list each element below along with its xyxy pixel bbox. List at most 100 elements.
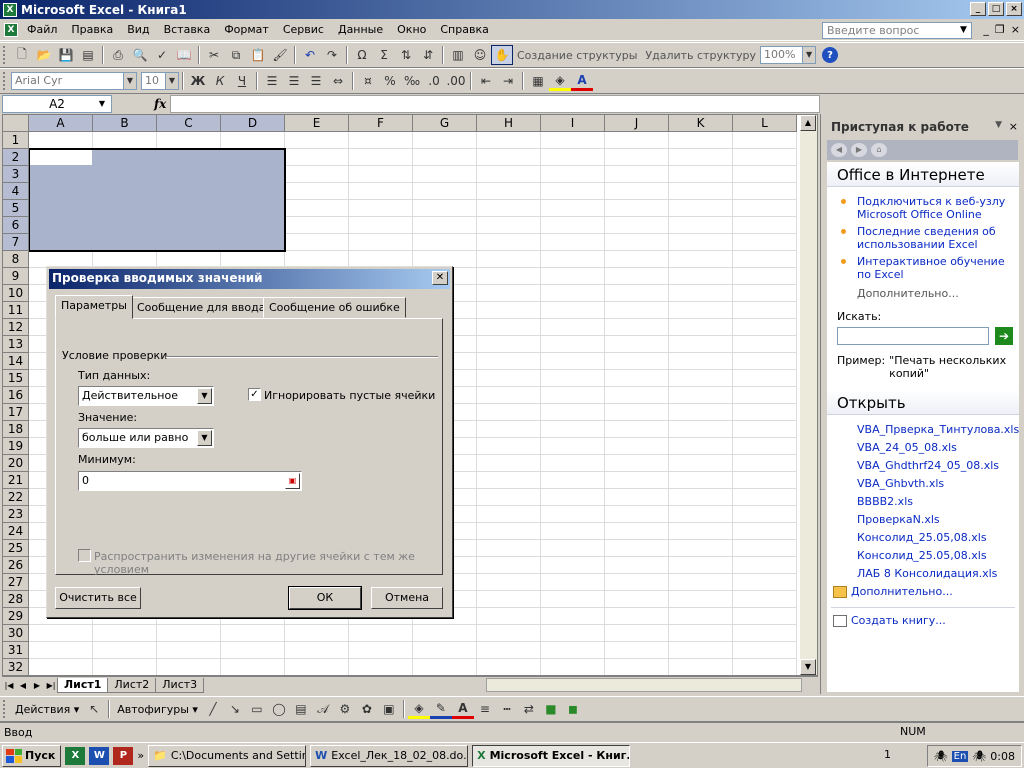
toolbar-grip[interactable] [3, 72, 7, 90]
formula-input[interactable] [170, 95, 820, 113]
research-icon[interactable]: 📖 [173, 45, 195, 65]
sort-asc-icon[interactable]: ⇅ [395, 45, 417, 65]
ok-button[interactable]: ОК [288, 586, 362, 610]
task-pane-dropdown-icon[interactable]: ▼ [995, 120, 1002, 130]
cancel-button[interactable]: Отмена [371, 587, 443, 609]
diagram-icon[interactable]: ⚙ [334, 699, 356, 719]
preview-icon[interactable]: 🔍 [129, 45, 151, 65]
percent-button[interactable]: % [379, 71, 401, 91]
minimize-button[interactable]: _ [970, 2, 986, 16]
last-sheet-icon[interactable]: ▶| [44, 681, 58, 690]
align-left-icon[interactable]: ☰ [261, 71, 283, 91]
help-icon[interactable]: ? [822, 47, 839, 63]
recent-file-link[interactable]: VBA_Прверка_Тинтулова.xls [827, 421, 1019, 439]
recent-file-link[interactable]: Консолид_25.05,08.xls [827, 547, 1019, 565]
cut-icon[interactable]: ✂ [203, 45, 225, 65]
menu-data[interactable]: Данные [331, 20, 390, 40]
tray-app-icon[interactable]: 🕷 [972, 750, 986, 763]
row-header[interactable]: 27 [3, 574, 29, 591]
copy-icon[interactable]: ⧉ [225, 45, 247, 65]
recent-file-link[interactable]: ВВВВ2.xls [827, 493, 1019, 511]
taskbar-excel-button[interactable]: X Microsoft Excel - Книг... [472, 744, 631, 767]
textbox-icon[interactable]: ▤ [290, 699, 312, 719]
forward-icon[interactable]: ▶ [851, 143, 867, 157]
doc-close-button[interactable]: × [1011, 23, 1020, 36]
sort-desc-icon[interactable]: ⇵ [417, 45, 439, 65]
row-header[interactable]: 25 [3, 540, 29, 557]
taskbar-word-button[interactable]: W Excel_Лек_18_02_08.do... [310, 744, 469, 767]
online-more-link[interactable]: Дополнительно... [827, 287, 1019, 300]
row-header[interactable]: 24 [3, 523, 29, 540]
column-header[interactable]: A [29, 115, 93, 132]
create-structure-button[interactable]: Создание структуры [513, 49, 641, 62]
maximize-button[interactable]: □ [988, 2, 1004, 16]
recent-file-link[interactable]: VBA_24_05_08.xls [827, 439, 1019, 457]
vertical-scrollbar[interactable]: ▲ ▼ [800, 115, 817, 675]
language-indicator[interactable]: En [951, 750, 969, 762]
select-objects-icon[interactable]: ↖ [83, 699, 105, 719]
print-icon[interactable]: ⎙ [107, 45, 129, 65]
oval-icon[interactable]: ◯ [268, 699, 290, 719]
open-icon[interactable]: 📂 [33, 45, 55, 65]
apply-all-checkbox[interactable] [78, 549, 91, 562]
task-pane-search-input[interactable] [837, 327, 989, 345]
doc-minimize-button[interactable]: _ [983, 23, 989, 36]
align-right-icon[interactable]: ☰ [305, 71, 327, 91]
spelling-icon[interactable]: ✓ [151, 45, 173, 65]
clipart-icon[interactable]: ✿ [356, 699, 378, 719]
shadow-icon[interactable]: ■ [540, 699, 562, 719]
start-button[interactable]: Пуск [2, 744, 62, 767]
row-header[interactable]: 30 [3, 625, 29, 642]
row-header[interactable]: 21 [3, 472, 29, 489]
scroll-down-icon[interactable]: ▼ [800, 659, 816, 675]
wordart-icon[interactable]: 𝒜 [312, 699, 334, 719]
network-icon[interactable]: 🕷 [934, 750, 948, 763]
ignore-blank-checkbox[interactable]: ✓ [248, 388, 261, 401]
font-color-icon[interactable]: A [571, 71, 593, 91]
row-header[interactable]: 9 [3, 268, 29, 285]
row-header[interactable]: 5 [3, 200, 29, 217]
new-icon[interactable]: 🗋 [11, 45, 33, 65]
font-select[interactable]: Arial Cyr ▼ [11, 72, 137, 90]
row-header[interactable]: 18 [3, 421, 29, 438]
tab-error-message[interactable]: Сообщение об ошибке [263, 297, 406, 318]
active-cell[interactable] [30, 150, 92, 165]
menu-tools[interactable]: Сервис [276, 20, 331, 40]
autoshapes-menu[interactable]: Автофигуры ▾ [113, 703, 202, 716]
minimum-input[interactable]: 0 ▣ [78, 471, 302, 491]
column-header[interactable]: K [669, 115, 733, 132]
row-header[interactable]: 11 [3, 302, 29, 319]
merge-center-icon[interactable]: ⇔ [327, 71, 349, 91]
row-header[interactable]: 15 [3, 370, 29, 387]
clear-all-button[interactable]: Очистить все [55, 587, 141, 609]
task-pane-close-icon[interactable]: × [1009, 120, 1018, 133]
bold-button[interactable]: Ж [187, 71, 209, 91]
recent-file-link[interactable]: ЛАБ 8 Консолидация.xls [827, 565, 1019, 583]
row-header[interactable]: 8 [3, 251, 29, 268]
line-color-icon[interactable]: ✎ [429, 699, 452, 719]
chart-wizard-icon[interactable]: ▥ [447, 45, 469, 65]
row-header[interactable]: 17 [3, 404, 29, 421]
rectangle-icon[interactable]: ▭ [246, 699, 268, 719]
name-box[interactable]: A2 ▼ [2, 95, 112, 113]
recent-file-link[interactable]: Консолид_25.05,08.xls [827, 529, 1019, 547]
data-type-select[interactable]: Действительное ▼ [78, 386, 214, 406]
paste-icon[interactable]: 📋 [247, 45, 269, 65]
select-all-corner[interactable] [3, 115, 29, 132]
powerpoint-quicklaunch-icon[interactable]: P [113, 746, 134, 765]
column-header[interactable]: L [733, 115, 797, 132]
row-header[interactable]: 10 [3, 285, 29, 302]
recent-file-link[interactable]: VBA_Ghbvth.xls [827, 475, 1019, 493]
font-size-select[interactable]: 10 ▼ [141, 72, 179, 90]
menu-format[interactable]: Формат [217, 20, 276, 40]
draw-fill-color-icon[interactable]: ◈ [407, 699, 430, 719]
arrow-icon[interactable]: ↘ [224, 699, 246, 719]
row-header[interactable]: 23 [3, 506, 29, 523]
3d-icon[interactable]: ◼ [562, 699, 584, 719]
online-link-2[interactable]: Последние сведения об использовании Exce… [827, 225, 1019, 251]
column-header[interactable]: H [477, 115, 541, 132]
insert-function-icon[interactable]: fx [154, 97, 166, 111]
tab-input-message[interactable]: Сообщение для ввода [131, 297, 272, 318]
online-link-1[interactable]: Подключиться к веб-узлу Microsoft Office… [827, 195, 1019, 221]
row-header[interactable]: 19 [3, 438, 29, 455]
